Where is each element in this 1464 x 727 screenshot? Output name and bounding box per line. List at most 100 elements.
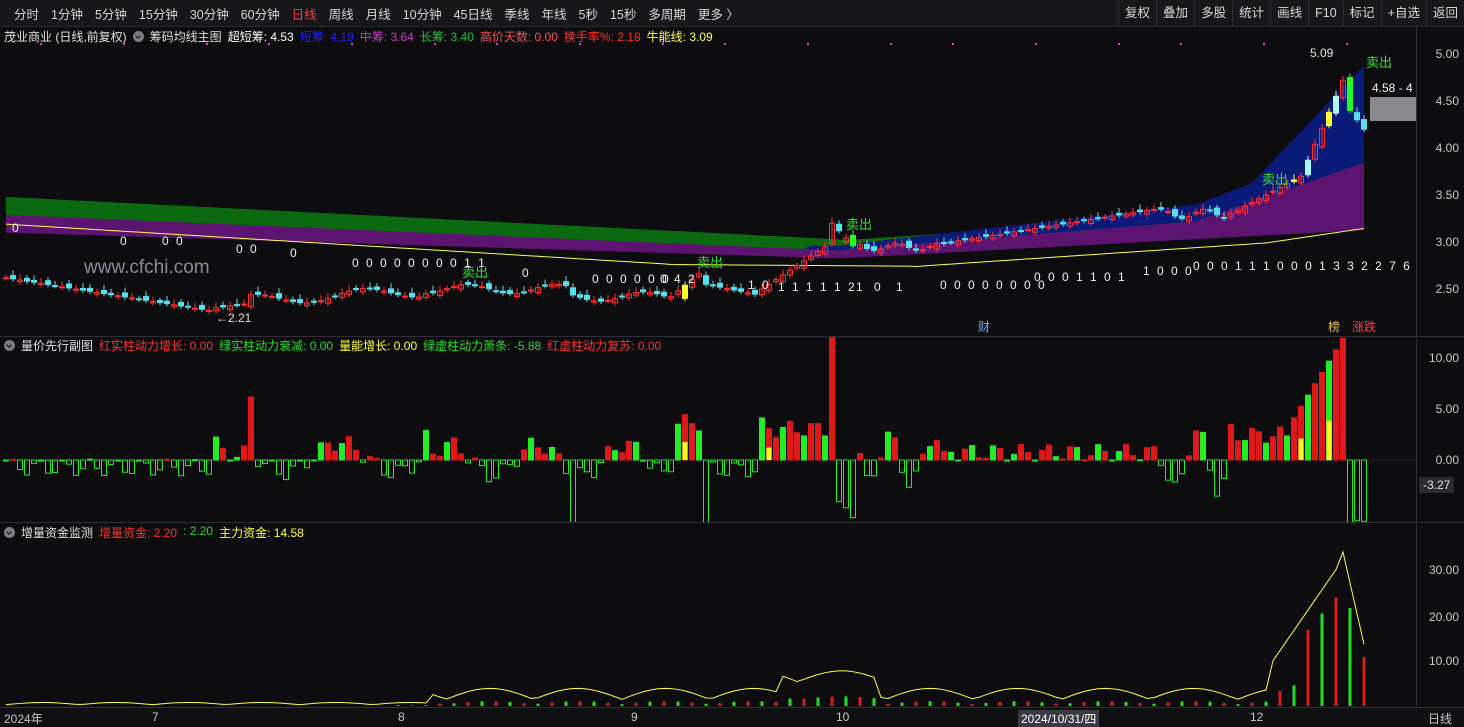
toolbar-button[interactable]: 返回 (1425, 0, 1464, 26)
capital-bar (1208, 701, 1212, 706)
momentum-bar (584, 459, 590, 473)
momentum-bar (1193, 430, 1199, 461)
period-tab[interactable]: 周线 (323, 4, 360, 23)
capital-bar (592, 701, 596, 706)
toolbar-button[interactable]: 复权 (1118, 0, 1156, 26)
momentum-bar (192, 459, 198, 462)
period-tab[interactable]: 更多 〉 (692, 4, 745, 23)
momentum-bar (864, 459, 870, 477)
period-tab[interactable]: 45日线 (448, 4, 499, 23)
candle-body (409, 292, 415, 298)
period-tab[interactable]: 60分钟 (235, 4, 286, 23)
candle-body (1333, 95, 1339, 114)
period-label[interactable]: 日线 (1428, 710, 1452, 727)
sell-signal-label: 卖出 (697, 255, 723, 270)
momentum-bar (661, 459, 667, 472)
candlestick-chart[interactable]: 卖出卖出卖出卖出卖出5.09←2.214.58 - 4www.cfchi.com… (0, 27, 1416, 336)
momentum-bar (514, 459, 520, 467)
momentum-bar (598, 459, 604, 464)
momentum-bar (1249, 427, 1255, 461)
sub-panel-capital[interactable]: 增量资金监测 增量资金: 2.20: 2.20 主力资金: 14.58 (0, 523, 1416, 707)
day-count-label: 0 0 0 0 0 0 0 0 (940, 278, 1047, 292)
candle-body (1221, 216, 1227, 219)
momentum-bar (724, 459, 730, 476)
momentum-bar (808, 423, 814, 461)
momentum-bar (66, 459, 72, 465)
signal-dot (123, 43, 125, 45)
candle-body (1270, 190, 1276, 193)
momentum-bar (1235, 440, 1241, 461)
capital-bar (760, 701, 764, 706)
day-count-label: 0 4 2 (660, 272, 697, 286)
candle-body (45, 280, 51, 285)
period-tab[interactable]: 15分钟 (133, 4, 184, 23)
toolbar-button[interactable]: 叠加 (1156, 0, 1194, 26)
momentum-bar (388, 459, 394, 479)
capital-bar (606, 702, 610, 706)
period-tab[interactable]: 季线 (499, 4, 536, 23)
momentum-bar (381, 459, 387, 476)
capital-bar (942, 701, 946, 706)
candle-body (500, 290, 506, 294)
capital-bar (522, 703, 526, 706)
period-tab[interactable]: 1分钟 (45, 4, 89, 23)
momentum-bar (444, 442, 450, 461)
toolbar-button[interactable]: 标记 (1342, 0, 1381, 26)
momentum-bar (1172, 459, 1178, 483)
candle-body (178, 301, 184, 307)
capital-bar (1068, 703, 1072, 706)
candle-body (136, 298, 142, 301)
momentum-bar (1165, 459, 1171, 481)
capital-bar (1180, 701, 1184, 706)
momentum-bar (262, 459, 268, 465)
period-tab[interactable]: 10分钟 (397, 4, 448, 23)
momentum-bar (850, 459, 856, 519)
signal-dot (1263, 43, 1265, 45)
period-tab[interactable]: 5秒 (573, 4, 604, 23)
momentum-bar (87, 458, 93, 461)
toolbar-button[interactable]: +自选 (1380, 0, 1426, 26)
momentum-bar (1221, 459, 1227, 480)
date-label: 8 (398, 710, 405, 724)
candle-body (542, 284, 548, 287)
toolbar-button[interactable]: 统计 (1232, 0, 1270, 26)
sub-panel-volume-price[interactable]: 量价先行副图 红实柱动力增长: 0.00 绿实柱动力衰减: 0.00 量能增长: 0… (0, 337, 1416, 522)
momentum-bar (409, 459, 415, 474)
period-tab[interactable]: 分时 (8, 4, 45, 23)
momentum-bar (1207, 459, 1213, 471)
date-label: 2024/10/31/四 (1018, 710, 1100, 727)
candle-body (465, 281, 471, 285)
candle-body (913, 248, 919, 251)
capital-bar (704, 703, 708, 706)
momentum-bar (759, 417, 765, 461)
momentum-bar (255, 459, 261, 468)
candle-body (332, 295, 338, 298)
period-tab[interactable]: 月线 (360, 4, 397, 23)
period-tab[interactable]: 日线 (286, 4, 323, 23)
momentum-bar (787, 420, 793, 461)
period-tab[interactable]: 年线 (536, 4, 573, 23)
momentum-bar (157, 459, 163, 471)
period-tab[interactable]: 5分钟 (89, 4, 133, 23)
momentum-bar (640, 459, 646, 462)
candle-body (262, 294, 268, 297)
capital-bar (956, 702, 960, 706)
momentum-bar (199, 459, 205, 472)
period-tab[interactable]: 多周期 (642, 4, 692, 23)
sub1-bar-chart[interactable] (0, 337, 1416, 522)
candle-body (192, 307, 198, 310)
candle-body (570, 287, 576, 296)
sub2-chart[interactable] (0, 523, 1416, 707)
main-chart-panel[interactable]: 茂业商业 (日线,前复权) 筹码均线主图 超短筹: 4.53 短筹: 4.19 中筹… (0, 27, 1416, 336)
momentum-bar (1039, 449, 1045, 461)
toolbar-button[interactable]: 画线 (1270, 0, 1308, 26)
low-price-label: ←2.21 (216, 311, 252, 325)
momentum-bar (591, 459, 597, 479)
toolbar-button[interactable]: 多股 (1194, 0, 1232, 26)
candle-body (24, 277, 30, 282)
toolbar-button[interactable]: F10 (1308, 0, 1343, 26)
period-tab[interactable]: 30分钟 (184, 4, 235, 23)
current-price-label: 4.58 - 4 (1372, 81, 1413, 95)
period-tab[interactable]: 15秒 (604, 4, 642, 23)
capital-bar (872, 698, 876, 706)
